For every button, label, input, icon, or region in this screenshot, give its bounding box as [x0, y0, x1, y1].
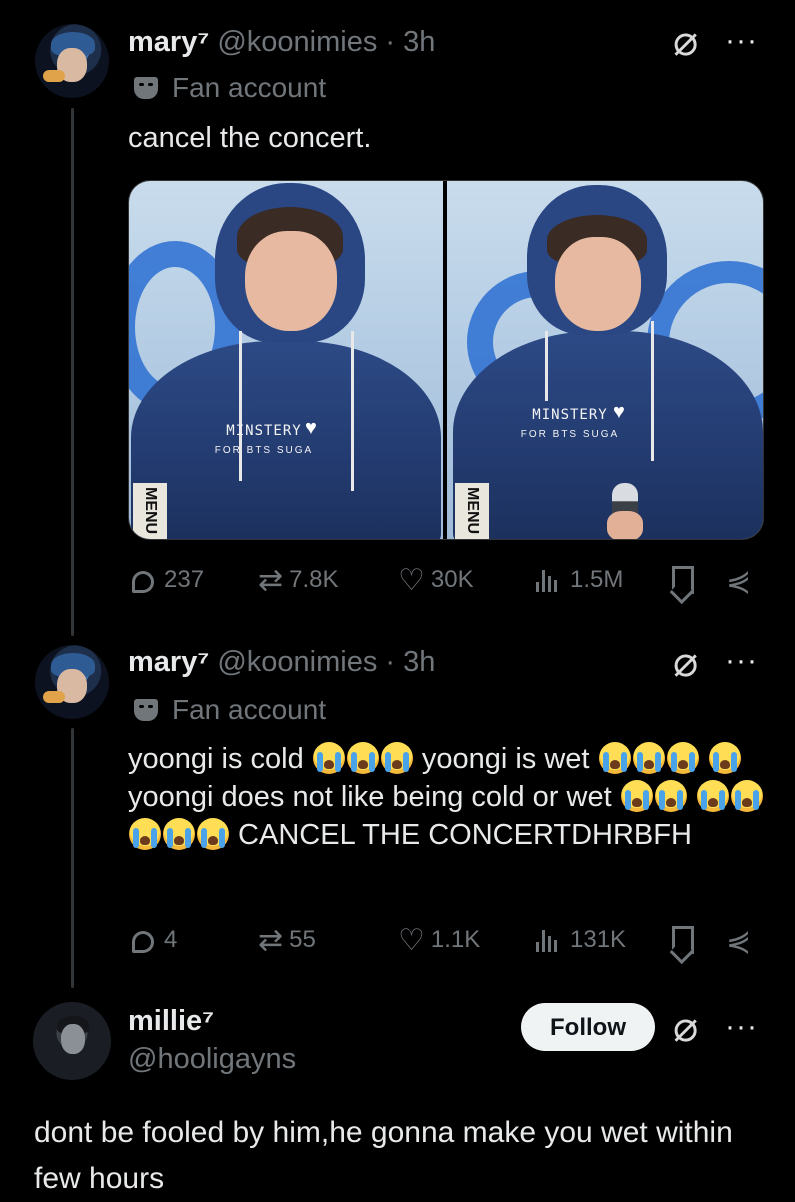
crying-face-icon: [163, 818, 195, 850]
heart-icon: ♡: [398, 564, 425, 597]
hand: [607, 511, 643, 539]
display-name[interactable]: millie⁷: [128, 1005, 214, 1038]
heart-watermark-icon: ♥: [305, 417, 317, 439]
avatar[interactable]: [33, 1002, 111, 1080]
user-handle[interactable]: @koonimies: [217, 646, 377, 678]
crying-face-icon: [620, 780, 653, 812]
reply-button[interactable]: 4: [132, 922, 177, 958]
crying-face-icon: [129, 818, 161, 850]
fan-account-badge: Fan account: [134, 72, 326, 104]
views-icon: [536, 926, 560, 952]
mask-icon: [134, 699, 158, 721]
repost-button[interactable]: ⇄ 7.8K: [258, 562, 339, 599]
crying-face-icon: [696, 780, 729, 812]
avatar[interactable]: [35, 24, 109, 98]
like-button[interactable]: ♡ 30K: [398, 562, 474, 599]
crying-face-icon: [666, 742, 699, 774]
reply-icon: [132, 931, 154, 953]
crying-face-icon: [632, 742, 665, 774]
tweet-actions: 237 ⇄ 7.8K ♡ 30K 1.5M ⋞: [128, 562, 762, 598]
crying-face-icon: [708, 742, 741, 774]
more-icon[interactable]: ···: [725, 26, 758, 56]
menu-sign: MENU: [455, 483, 489, 539]
reply-icon: [132, 571, 154, 593]
reply-button[interactable]: 237: [132, 562, 204, 598]
repost-count: 7.8K: [289, 566, 339, 593]
bookmark-icon[interactable]: [672, 566, 694, 594]
menu-sign: MENU: [133, 483, 167, 539]
reply-count: 4: [164, 926, 178, 953]
more-icon[interactable]: ···: [725, 646, 758, 676]
crying-face-icon: [346, 742, 379, 774]
share-icon[interactable]: ⋞: [726, 564, 751, 599]
like-count: 1.1K: [430, 926, 481, 953]
crying-face-icon: [312, 742, 345, 774]
heart-watermark-icon: ♥: [613, 401, 625, 423]
grok-icon[interactable]: ⌀: [673, 20, 698, 62]
views-button[interactable]: 1.5M: [536, 562, 623, 598]
heart-icon: ♡: [398, 924, 425, 957]
thread-connector-line: [71, 108, 74, 636]
repost-button[interactable]: ⇄ 55: [258, 922, 316, 959]
separator-dot: ·: [385, 646, 396, 678]
follow-button[interactable]: Follow: [521, 1003, 655, 1051]
repost-count: 55: [289, 926, 316, 953]
crying-face-icon: [197, 818, 229, 850]
tweet-text: dont be fooled by him,he gonna make you …: [34, 1116, 733, 1195]
views-count: 131K: [570, 926, 627, 953]
crying-face-icon: [654, 780, 687, 812]
tweet-actions: 4 ⇄ 55 ♡ 1.1K 131K ⋞: [128, 922, 762, 958]
tweet-header: mary⁷ @koonimies · 3h: [128, 646, 435, 679]
fan-account-badge: Fan account: [134, 694, 326, 726]
timestamp[interactable]: 3h: [403, 26, 435, 58]
separator-dot: ·: [385, 26, 396, 58]
like-count: 30K: [430, 566, 474, 593]
more-icon[interactable]: ···: [725, 1012, 758, 1042]
tweet-text: yoongi is cold yoongi is wet yoongi does…: [128, 740, 768, 854]
crying-face-icon: [730, 780, 763, 812]
media-photo[interactable]: MINSTERY FOR BTS SUGA ♥ MENU: [447, 181, 763, 539]
mask-icon: [134, 77, 158, 99]
tweet-text: cancel the concert.: [128, 122, 372, 154]
views-icon: [536, 566, 560, 592]
grok-icon[interactable]: ⌀: [673, 641, 698, 683]
timestamp[interactable]: 3h: [403, 646, 435, 678]
crying-face-icon: [380, 742, 413, 774]
media-grid[interactable]: MINSTERY FOR BTS SUGA ♥ MENU MINSTERY FO…: [128, 180, 764, 540]
thread-connector-line: [71, 728, 74, 988]
badge-label: Fan account: [172, 72, 327, 103]
repost-icon: ⇄: [258, 564, 284, 597]
display-name[interactable]: mary⁷: [128, 26, 209, 58]
media-photo[interactable]: MINSTERY FOR BTS SUGA ♥ MENU: [129, 181, 443, 539]
views-button[interactable]: 131K: [536, 922, 626, 958]
display-name[interactable]: mary⁷: [128, 646, 209, 678]
repost-icon: ⇄: [258, 924, 284, 957]
user-handle[interactable]: @hooligayns: [128, 1043, 296, 1076]
avatar[interactable]: [35, 645, 109, 719]
badge-label: Fan account: [172, 694, 327, 725]
share-icon[interactable]: ⋞: [726, 924, 751, 959]
like-button[interactable]: ♡ 1.1K: [398, 922, 480, 959]
reply-count: 237: [164, 566, 205, 593]
grok-icon[interactable]: ⌀: [673, 1006, 698, 1048]
user-handle[interactable]: @koonimies: [217, 26, 377, 58]
tweet-header: mary⁷ @koonimies · 3h: [128, 26, 435, 59]
crying-face-icon: [598, 742, 631, 774]
views-count: 1.5M: [570, 566, 624, 593]
bookmark-icon[interactable]: [672, 926, 694, 954]
